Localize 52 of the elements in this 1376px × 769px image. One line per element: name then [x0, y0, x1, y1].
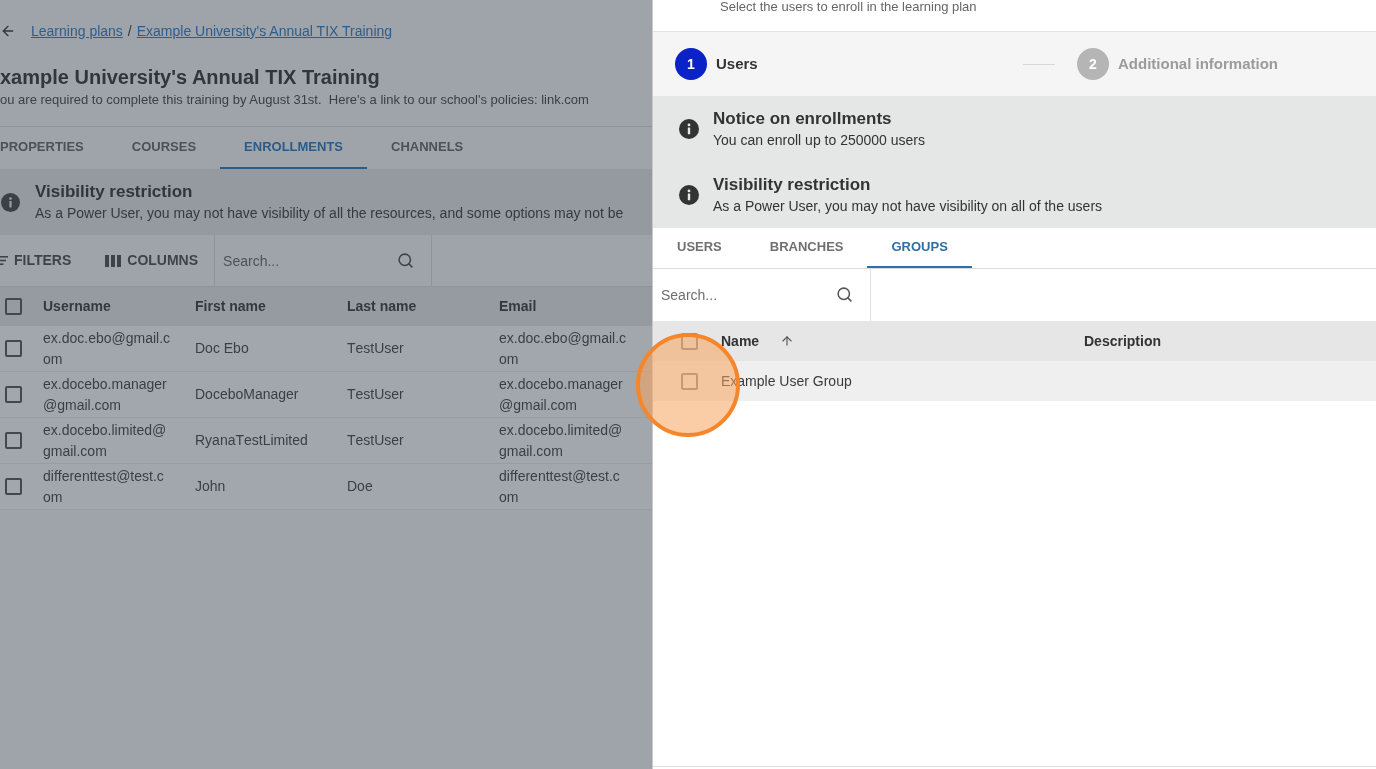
notice-text: As a Power User, you may not have visibility on all of the users [713, 197, 1103, 216]
page-title: xample University's Annual TIX Training [0, 65, 381, 90]
tab[interactable]: USERS [653, 228, 746, 268]
step-label: Users [716, 53, 758, 74]
notice-title: Visibility restriction [713, 174, 872, 196]
notice-text: As a Power User, you may not have visibility of all the resources, and some options may not be [35, 204, 624, 223]
column-header[interactable]: Name [721, 330, 760, 352]
table-cell-text: Doc Ebo [195, 339, 250, 358]
info-icon [679, 185, 699, 205]
table-cell-text: differenttest@test.com [499, 466, 621, 507]
tab[interactable]: CHANNELS [367, 127, 488, 169]
filter-icon [0, 256, 8, 265]
column-header[interactable]: Email [491, 296, 652, 317]
checkbox[interactable] [5, 340, 22, 357]
table-cell-text: differenttest@test.com [43, 466, 165, 507]
tab[interactable]: GROUPS [867, 228, 972, 268]
step-indicator: 2 [1077, 48, 1109, 80]
column-header[interactable]: Username [35, 296, 187, 317]
breadcrumb-link[interactable]: Learning plans [31, 20, 123, 42]
table-cell-text: TestUser [347, 339, 405, 358]
step-indicator: 1 [675, 48, 707, 80]
drawer-subtitle: Select the users to enroll in the learning plan [720, 0, 978, 14]
checkbox[interactable] [5, 432, 22, 449]
checkbox[interactable] [681, 372, 698, 390]
column-header[interactable]: Last name [339, 296, 491, 317]
columns-button[interactable]: COLUMNS [105, 235, 215, 286]
filters-button[interactable]: FILTERS [0, 235, 106, 286]
info-icon [679, 119, 699, 139]
notice-title: Notice on enrollments [713, 108, 893, 130]
breadcrumb-separator: / [127, 21, 132, 41]
checkbox[interactable] [5, 478, 22, 495]
table-cell-text: TestUser [347, 431, 405, 450]
table-cell-text: RyanaTestLimited [195, 431, 309, 450]
checkbox[interactable] [5, 386, 22, 403]
tab[interactable]: PROPERTIES [0, 127, 108, 169]
tab[interactable]: COURSES [107, 127, 221, 169]
table-cell-text: John [195, 477, 227, 496]
column-header[interactable]: Description [1084, 330, 1161, 352]
column-header[interactable]: First name [187, 296, 339, 317]
table-cell-text: DoceboManager [195, 385, 300, 404]
checkbox[interactable] [681, 332, 698, 350]
breadcrumb-link[interactable]: Example University's Annual TIX Training [136, 20, 393, 42]
table-cell-text: TestUser [347, 385, 405, 404]
notice-title: Visibility restriction [35, 181, 194, 203]
tab[interactable]: BRANCHES [745, 228, 868, 268]
notice-text: You can enroll up to 250000 users [713, 131, 925, 150]
step-label: Additional information [1118, 53, 1278, 74]
search-field[interactable]: Search... [214, 235, 433, 286]
columns-icon [105, 254, 122, 267]
page-description: ou are required to complete this training by August 31st. Here's a link to our school's policies: link.com [0, 91, 590, 109]
table-cell-text: Doe [347, 477, 374, 496]
checkbox[interactable] [5, 298, 22, 315]
